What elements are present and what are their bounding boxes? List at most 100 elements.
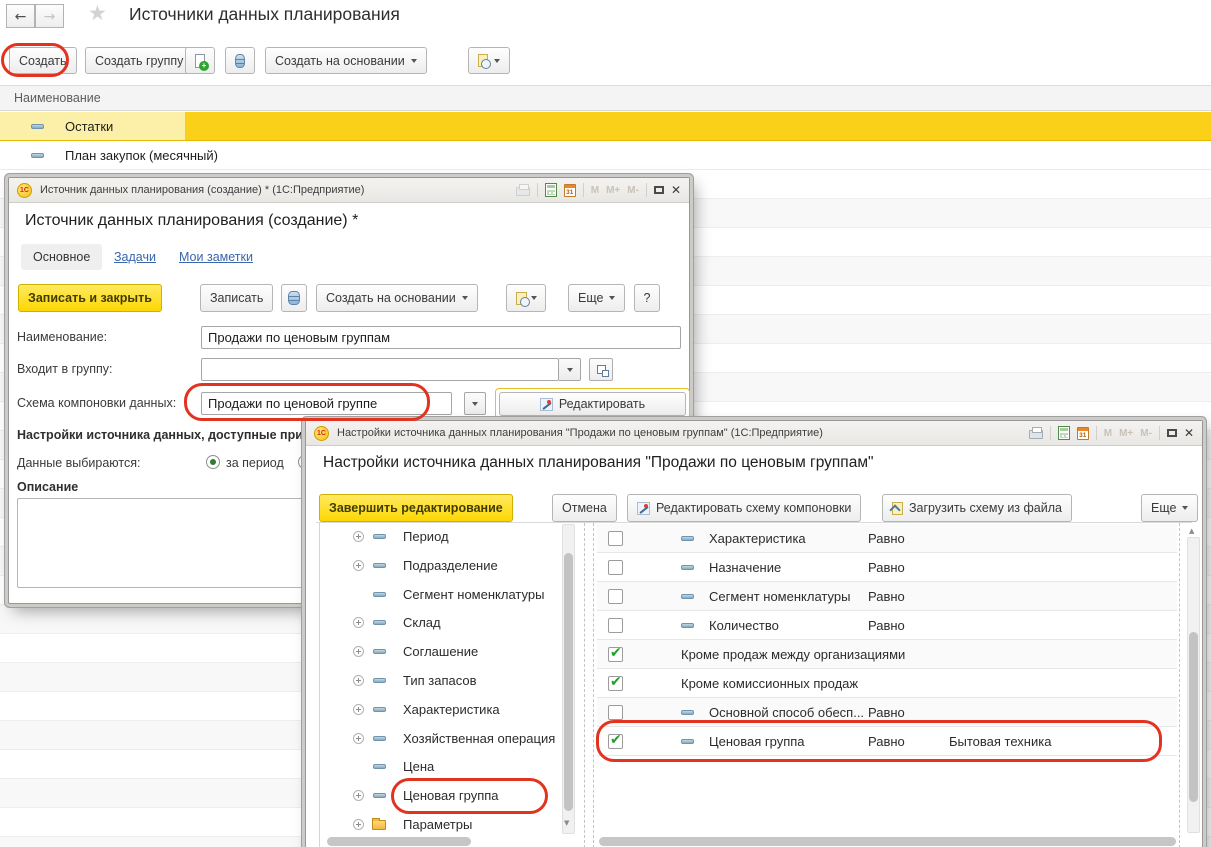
expand-icon[interactable]: [353, 560, 364, 571]
tree-item[interactable]: Склад: [326, 608, 564, 637]
checkbox[interactable]: ✔: [608, 734, 623, 749]
memory-button[interactable]: M: [1104, 428, 1112, 439]
tree-item[interactable]: Ценовая группа: [326, 781, 564, 810]
favorites-star-icon[interactable]: ★: [88, 1, 107, 25]
condition-row[interactable]: КоличествоРавно: [597, 611, 1177, 640]
tree-item[interactable]: Тип запасов: [326, 666, 564, 695]
list-hscrollbar-thumb[interactable]: [599, 837, 1176, 846]
maximize-icon[interactable]: [654, 186, 664, 194]
tree-item[interactable]: Период: [326, 522, 564, 551]
tree-scrollbar-thumb[interactable]: [564, 553, 573, 811]
tree-item[interactable]: Сегмент номенклатуры: [326, 580, 564, 609]
settings-titlebar[interactable]: 1С Настройки источника данных планирован…: [306, 421, 1202, 446]
tab-notes[interactable]: Мои заметки: [179, 250, 253, 264]
cancel-button[interactable]: Отмена: [552, 494, 617, 522]
edit-scheme-button[interactable]: Редактировать схему компоновки: [627, 494, 861, 522]
tab-tasks[interactable]: Задачи: [114, 250, 156, 264]
create-group-button[interactable]: Создать группу: [85, 47, 193, 74]
report-dropdown[interactable]: [506, 284, 546, 312]
splitter[interactable]: [593, 523, 594, 847]
memory-button[interactable]: M: [591, 185, 599, 196]
calculator-icon[interactable]: [1058, 426, 1070, 440]
dcs-input[interactable]: [201, 392, 452, 415]
tree-item[interactable]: Цена: [326, 752, 564, 781]
tree-hscrollbar-thumb[interactable]: [327, 837, 471, 846]
checkbox[interactable]: [608, 618, 623, 633]
expand-icon[interactable]: [353, 819, 364, 830]
save-button[interactable]: Записать: [200, 284, 273, 312]
set-list-button[interactable]: [281, 284, 307, 312]
tree-item[interactable]: Хозяйственная операция: [326, 724, 564, 753]
list-scrollbar-thumb[interactable]: [1189, 632, 1198, 802]
expand-icon[interactable]: [353, 790, 364, 801]
checkbox[interactable]: [608, 531, 623, 546]
create-dialog-titlebar[interactable]: 1С Источник данных планирования (создани…: [9, 178, 689, 203]
condition-row[interactable]: ✔Кроме комиссионных продаж: [597, 669, 1177, 698]
expand-icon[interactable]: [353, 646, 364, 657]
report-dropdown[interactable]: [468, 47, 510, 74]
condition-row[interactable]: ✔Ценовая группаРавноБытовая техника: [597, 727, 1177, 756]
edit-dcs-button[interactable]: Редактировать: [499, 392, 686, 416]
memory-plus-button[interactable]: M+: [606, 185, 620, 196]
print-icon[interactable]: [516, 187, 530, 196]
forward-button[interactable]: →: [35, 4, 64, 28]
list-row[interactable]: Остатки: [0, 112, 1211, 141]
calendar-icon[interactable]: 31: [564, 184, 576, 197]
checkbox[interactable]: [608, 589, 623, 604]
save-close-button[interactable]: Записать и закрыть: [18, 284, 162, 312]
splitter[interactable]: [584, 523, 585, 847]
condition-row[interactable]: НазначениеРавно: [597, 553, 1177, 582]
memory-minus-button[interactable]: M-: [1140, 428, 1152, 439]
expand-icon[interactable]: [353, 675, 364, 686]
finish-editing-button[interactable]: Завершить редактирование: [319, 494, 513, 522]
close-icon[interactable]: ✕: [1184, 427, 1194, 439]
parent-group-dropdown-button[interactable]: [559, 358, 581, 381]
set-list-button[interactable]: [225, 47, 255, 74]
create-copy-button[interactable]: [185, 47, 215, 74]
memory-plus-button[interactable]: M+: [1119, 428, 1133, 439]
load-scheme-button[interactable]: Загрузить схему из файла: [882, 494, 1072, 522]
scroll-up-icon[interactable]: ▲: [1189, 527, 1194, 535]
create-based-on-dropdown[interactable]: Создать на основании: [316, 284, 478, 312]
back-button[interactable]: ←: [6, 4, 35, 28]
more-button[interactable]: Еще: [568, 284, 625, 312]
help-button[interactable]: ?: [634, 284, 660, 312]
memory-minus-button[interactable]: M-: [627, 185, 639, 196]
more-button[interactable]: Еще: [1141, 494, 1198, 522]
calculator-icon[interactable]: [545, 183, 557, 197]
checkbox[interactable]: [608, 560, 623, 575]
expand-icon[interactable]: [353, 617, 364, 628]
tree-scrollbar[interactable]: [562, 524, 575, 834]
maximize-icon[interactable]: [1167, 429, 1177, 437]
parent-group-input[interactable]: [201, 358, 559, 381]
close-icon[interactable]: ✕: [671, 184, 681, 196]
create-button[interactable]: Создать: [9, 47, 77, 74]
dcs-dropdown-button[interactable]: [464, 392, 486, 415]
list-column-header[interactable]: Наименование: [0, 85, 1211, 111]
parent-group-open-button[interactable]: [589, 358, 613, 381]
expand-icon[interactable]: [353, 704, 364, 715]
calendar-icon[interactable]: 31: [1077, 427, 1089, 440]
condition-row[interactable]: Основной способ обесп...Равно: [597, 698, 1177, 727]
print-icon[interactable]: [1029, 430, 1043, 439]
condition-row[interactable]: ✔Кроме продаж между организациями: [597, 640, 1177, 669]
list-scrollbar[interactable]: [1187, 537, 1200, 833]
expand-icon[interactable]: [353, 531, 364, 542]
tree-item[interactable]: Соглашение: [326, 637, 564, 666]
condition-row[interactable]: Сегмент номенклатурыРавно: [597, 582, 1177, 611]
create-based-on-dropdown[interactable]: Создать на основании: [265, 47, 427, 74]
tab-main[interactable]: Основное: [21, 244, 102, 270]
condition-row[interactable]: ХарактеристикаРавно: [597, 524, 1177, 553]
checkbox[interactable]: [608, 705, 623, 720]
radio-period[interactable]: [206, 455, 220, 469]
tree-item[interactable]: Параметры: [326, 810, 564, 839]
tree-item[interactable]: Подразделение: [326, 551, 564, 580]
expand-icon[interactable]: [353, 733, 364, 744]
scroll-down-icon[interactable]: ▼: [564, 819, 569, 827]
list-row[interactable]: План закупок (месячный): [0, 141, 1211, 170]
name-input[interactable]: [201, 326, 681, 349]
splitter[interactable]: [1179, 523, 1180, 847]
checkbox[interactable]: ✔: [608, 676, 623, 691]
checkbox[interactable]: ✔: [608, 647, 623, 662]
tree-item[interactable]: Характеристика: [326, 695, 564, 724]
